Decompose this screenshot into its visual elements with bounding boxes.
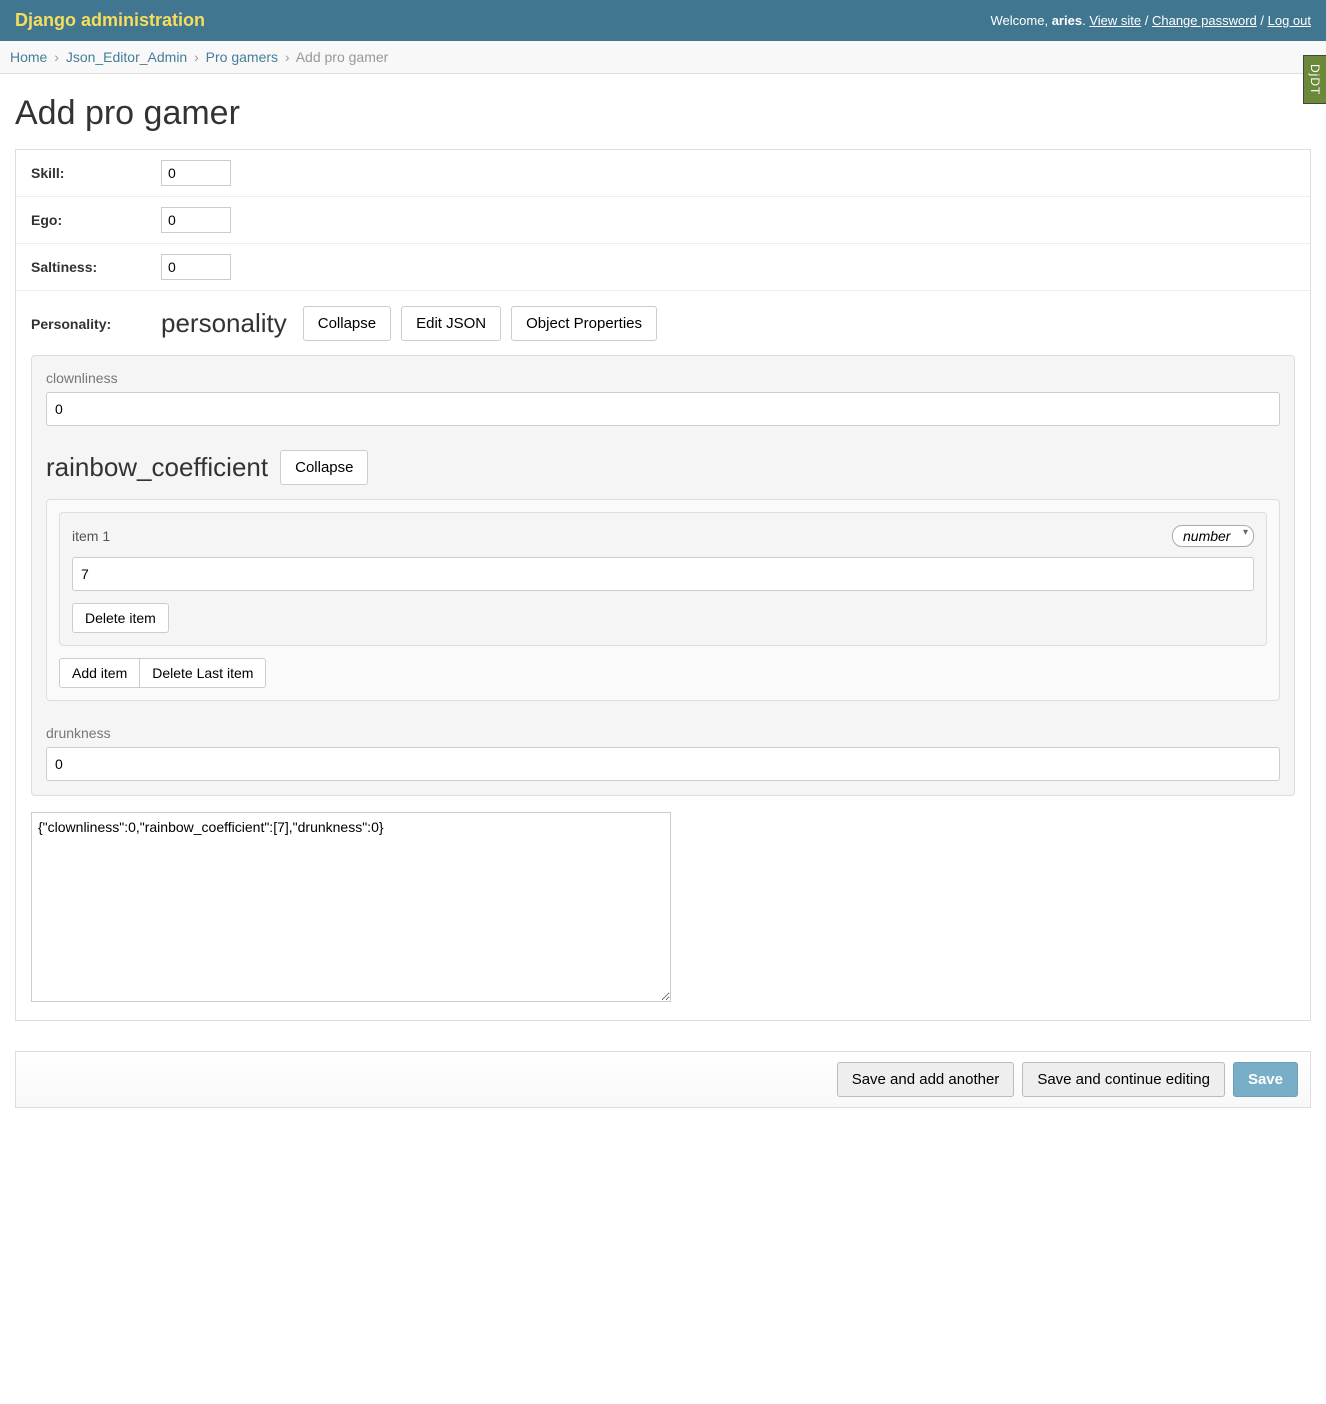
breadcrumb-current: Add pro gamer — [296, 49, 389, 65]
form-container: Skill: Ego: Saltiness: Personality: pers… — [15, 149, 1311, 1021]
array-actions: Add item Delete Last item — [59, 658, 1267, 688]
user-tools: Welcome, aries. View site / Change passw… — [991, 13, 1312, 28]
array-item-input[interactable] — [72, 557, 1254, 591]
breadcrumb-app[interactable]: Json_Editor_Admin — [66, 49, 187, 65]
raw-json-textarea[interactable] — [31, 812, 671, 1002]
submit-row: Save and add another Save and continue e… — [15, 1051, 1311, 1108]
rainbow-title: rainbow_coefficient — [46, 452, 268, 483]
rainbow-collapse-button[interactable]: Collapse — [280, 450, 368, 485]
site-title[interactable]: Django administration — [15, 10, 205, 31]
personality-row-label: Personality: — [31, 316, 151, 332]
object-properties-button[interactable]: Object Properties — [511, 306, 657, 341]
save-add-another-button[interactable]: Save and add another — [837, 1062, 1015, 1097]
array-item-label: item 1 — [72, 528, 110, 544]
page-title: Add pro gamer — [15, 94, 1311, 133]
drunkness-field: drunkness — [46, 725, 1280, 781]
username: aries — [1052, 13, 1082, 28]
breadcrumb-sep: › — [194, 49, 199, 65]
field-row-saltiness: Saltiness: — [16, 244, 1310, 291]
change-password-link[interactable]: Change password — [1152, 13, 1257, 28]
field-row-ego: Ego: — [16, 197, 1310, 244]
view-site-link[interactable]: View site — [1089, 13, 1141, 28]
field-row-skill: Skill: — [16, 150, 1310, 197]
clownliness-input[interactable] — [46, 392, 1280, 426]
ego-label: Ego: — [31, 212, 161, 228]
breadcrumb: Home › Json_Editor_Admin › Pro gamers › … — [0, 41, 1326, 74]
save-button[interactable]: Save — [1233, 1062, 1298, 1097]
welcome-text: Welcome, — [991, 13, 1049, 28]
saltiness-label: Saltiness: — [31, 259, 161, 275]
skill-label: Skill: — [31, 165, 161, 181]
save-continue-button[interactable]: Save and continue editing — [1022, 1062, 1225, 1097]
breadcrumb-sep: › — [54, 49, 59, 65]
type-select-wrap: number — [1172, 525, 1254, 547]
ego-input[interactable] — [161, 207, 231, 233]
add-item-button[interactable]: Add item — [59, 658, 140, 688]
item-type-select[interactable]: number — [1172, 525, 1254, 547]
rainbow-array-panel: item 1 number Delete item — [46, 499, 1280, 701]
rainbow-header: rainbow_coefficient Collapse — [46, 450, 1280, 485]
breadcrumb-home[interactable]: Home — [10, 49, 47, 65]
skill-input[interactable] — [161, 160, 231, 186]
drunkness-input[interactable] — [46, 747, 1280, 781]
edit-json-button[interactable]: Edit JSON — [401, 306, 501, 341]
admin-header: Django administration Welcome, aries. Vi… — [0, 0, 1326, 41]
djdt-toggle[interactable]: DjDT — [1303, 55, 1326, 104]
saltiness-input[interactable] — [161, 254, 231, 280]
personality-header: Personality: personality Collapse Edit J… — [31, 306, 1295, 341]
array-item-header: item 1 number — [72, 525, 1254, 547]
delete-item-button[interactable]: Delete item — [72, 603, 169, 633]
breadcrumb-model[interactable]: Pro gamers — [206, 49, 278, 65]
delete-last-item-button[interactable]: Delete Last item — [140, 658, 266, 688]
breadcrumb-sep: › — [285, 49, 290, 65]
drunkness-label: drunkness — [46, 725, 1280, 741]
array-item: item 1 number Delete item — [59, 512, 1267, 646]
logout-link[interactable]: Log out — [1268, 13, 1311, 28]
collapse-button[interactable]: Collapse — [303, 306, 391, 341]
personality-section: Personality: personality Collapse Edit J… — [16, 291, 1310, 1020]
personality-title: personality — [161, 308, 287, 339]
rainbow-subsection: rainbow_coefficient Collapse item 1 numb… — [46, 450, 1280, 701]
personality-editor-panel: clownliness rainbow_coefficient Collapse… — [31, 355, 1295, 796]
clownliness-label: clownliness — [46, 370, 1280, 386]
